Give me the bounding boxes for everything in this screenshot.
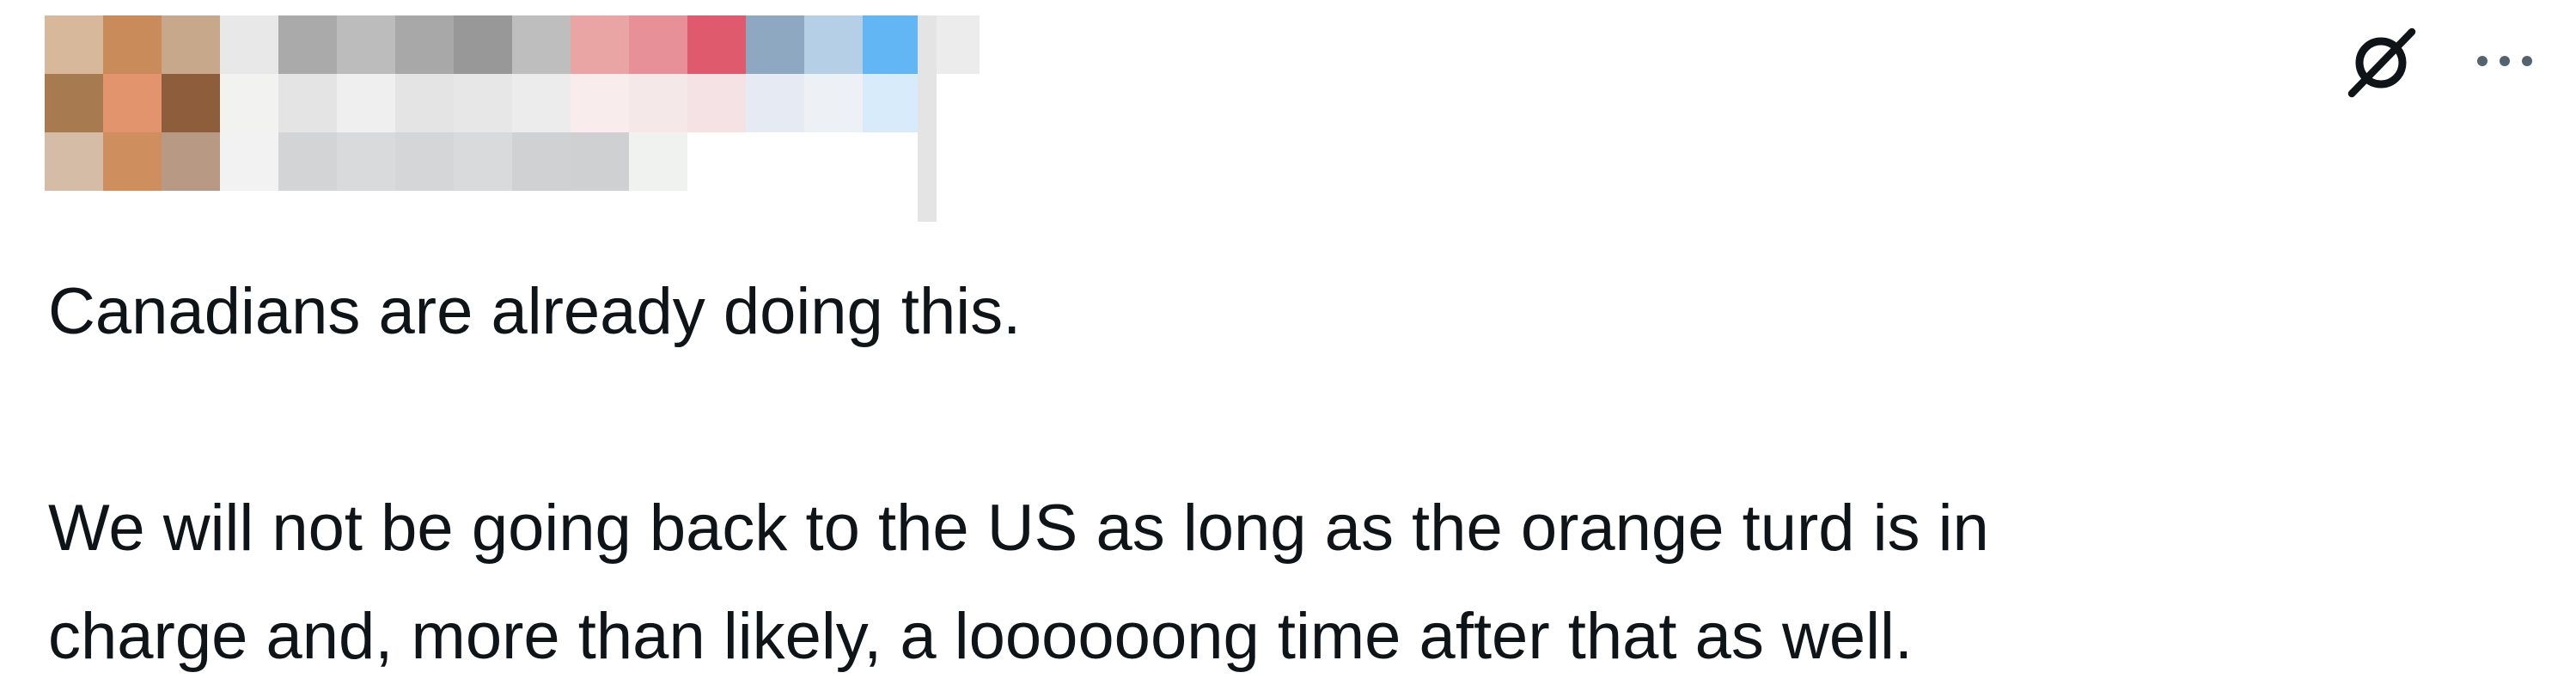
mosaic-cell: [454, 15, 512, 74]
mosaic-cell: [395, 15, 454, 74]
redacted-edge: [918, 15, 937, 222]
mosaic-cell: [337, 132, 395, 191]
mosaic-cell: [220, 15, 278, 74]
mosaic-cell: [278, 74, 337, 132]
redacted-author-header: [45, 15, 980, 191]
mosaic-cell: [220, 74, 278, 132]
mosaic-cell: [629, 132, 687, 191]
mosaic-cell: [571, 132, 629, 191]
mosaic-cell: [395, 132, 454, 191]
mosaic-cell: [804, 15, 863, 74]
mosaic-cell: [863, 132, 921, 191]
mosaic-cell: [220, 132, 278, 191]
mosaic-cell: [863, 74, 921, 132]
post-paragraph: Canadians are already doing this.: [48, 275, 1022, 348]
mosaic-cell: [512, 132, 571, 191]
grok-icon: [2347, 28, 2416, 98]
mosaic-cell: [337, 74, 395, 132]
mosaic-cell: [746, 74, 804, 132]
post-line: charge and, more than likely, a loooooon…: [48, 600, 1914, 673]
post: Canadians are already doing this. We wil…: [0, 0, 2576, 673]
mosaic-cell: [687, 132, 746, 191]
mosaic-cell: [162, 132, 220, 191]
mosaic-cell: [804, 132, 863, 191]
mosaic-cell: [278, 132, 337, 191]
mosaic-cell: [863, 15, 921, 74]
mosaic-cell: [45, 132, 103, 191]
mosaic-cell: [512, 15, 571, 74]
mosaic-cell: [746, 15, 804, 74]
mosaic-cell: [687, 74, 746, 132]
more-icon: [2477, 56, 2532, 66]
mosaic-cell: [454, 74, 512, 132]
mosaic-cell: [162, 15, 220, 74]
mosaic-cell: [687, 15, 746, 74]
mosaic-cell: [103, 15, 162, 74]
mosaic-cell: [512, 74, 571, 132]
mosaic-cell: [454, 132, 512, 191]
mosaic-cell: [571, 74, 629, 132]
mosaic-cell: [162, 74, 220, 132]
mosaic-cell: [278, 15, 337, 74]
post-text: Canadians are already doing this. We wil…: [48, 258, 2506, 691]
grok-button[interactable]: [2334, 14, 2428, 108]
mosaic-cell: [571, 15, 629, 74]
mosaic-cell: [395, 74, 454, 132]
mosaic-cell: [103, 74, 162, 132]
mosaic-cell: [45, 74, 103, 132]
mosaic-cell: [629, 15, 687, 74]
mosaic-cell: [103, 132, 162, 191]
mosaic-cell: [629, 74, 687, 132]
mosaic-cell: [45, 15, 103, 74]
more-options-button[interactable]: [2457, 14, 2552, 108]
mosaic-cell: [337, 15, 395, 74]
mosaic-cell: [746, 132, 804, 191]
post-line: We will not be going back to the US as l…: [48, 492, 1989, 565]
mosaic-cell: [804, 74, 863, 132]
